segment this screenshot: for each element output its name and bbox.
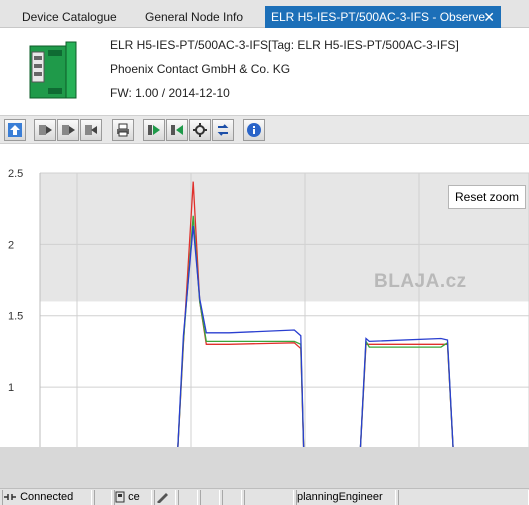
status-user: planningEngineer [296,490,396,505]
device-module-icon [29,41,77,99]
info-button[interactable] [243,119,265,141]
tab-general-node-info[interactable]: General Node Info [139,6,249,28]
upload-button-2[interactable] [57,119,79,141]
close-icon[interactable]: ✕ [483,6,495,28]
upload-icon [85,125,97,135]
upload-icon [39,125,52,135]
status-bar: Connected ce planningEngineer [0,488,529,505]
y-tick-label: 2 [8,239,14,251]
upload-button-3[interactable] [80,119,102,141]
device-vendor: Phoenix Contact GmbH & Co. KG [110,62,291,76]
tab-observe-label: ELR H5-IES-PT/500AC-3-IFS - Observe [271,10,486,24]
status-mode-label: ce [128,491,140,503]
status-blank-6 [398,490,529,505]
reset-zoom-button[interactable]: Reset zoom [448,185,526,209]
print-button[interactable] [112,119,134,141]
y-tick-label: 1 [8,382,14,394]
upload-button-1[interactable] [34,119,56,141]
y-tick-label: 2.5 [8,168,23,180]
device-mode-icon [115,491,125,503]
tab-observe[interactable]: ELR H5-IES-PT/500AC-3-IFS - Observe ✕ [265,6,501,28]
status-edit [154,490,176,505]
config-button[interactable] [189,119,211,141]
step-icon [171,125,183,135]
play-icon [148,125,160,135]
status-blank-2 [178,490,198,505]
watermark-text: BLAJA.cz [374,271,467,292]
tab-device-catalogue[interactable]: Device Catalogue [16,6,123,28]
device-name: ELR H5-IES-PT/500AC-3-IFS[Tag: ELR H5-IE… [110,38,459,52]
status-mode: ce [114,490,152,505]
info-icon [247,123,261,137]
device-info-panel: ELR H5-IES-PT/500AC-3-IFS[Tag: ELR H5-IE… [0,28,529,116]
device-firmware: FW: 1.00 / 2014-12-10 [110,86,230,100]
toolbar [0,116,529,144]
tab-bar: Device Catalogue General Node Info ELR H… [0,0,529,28]
play-button[interactable] [143,119,165,141]
transfer-icon [217,124,229,136]
config-icon [193,123,207,137]
lower-panel [0,447,529,488]
print-icon [117,123,129,137]
y-tick-label: 1.5 [8,311,23,323]
status-blank-3 [200,490,220,505]
home-icon [8,123,22,137]
home-button[interactable] [4,119,26,141]
transfer-button[interactable] [212,119,234,141]
pencil-icon [157,493,168,504]
status-user-label: planningEngineer [297,491,383,503]
status-blank-5 [244,490,294,505]
connection-icon [4,494,16,501]
status-blank-4 [222,490,242,505]
status-connection: Connected [2,490,92,505]
upload-icon [62,125,75,135]
status-connection-label: Connected [20,491,74,503]
step-button[interactable] [166,119,188,141]
status-blank-1 [94,490,112,505]
